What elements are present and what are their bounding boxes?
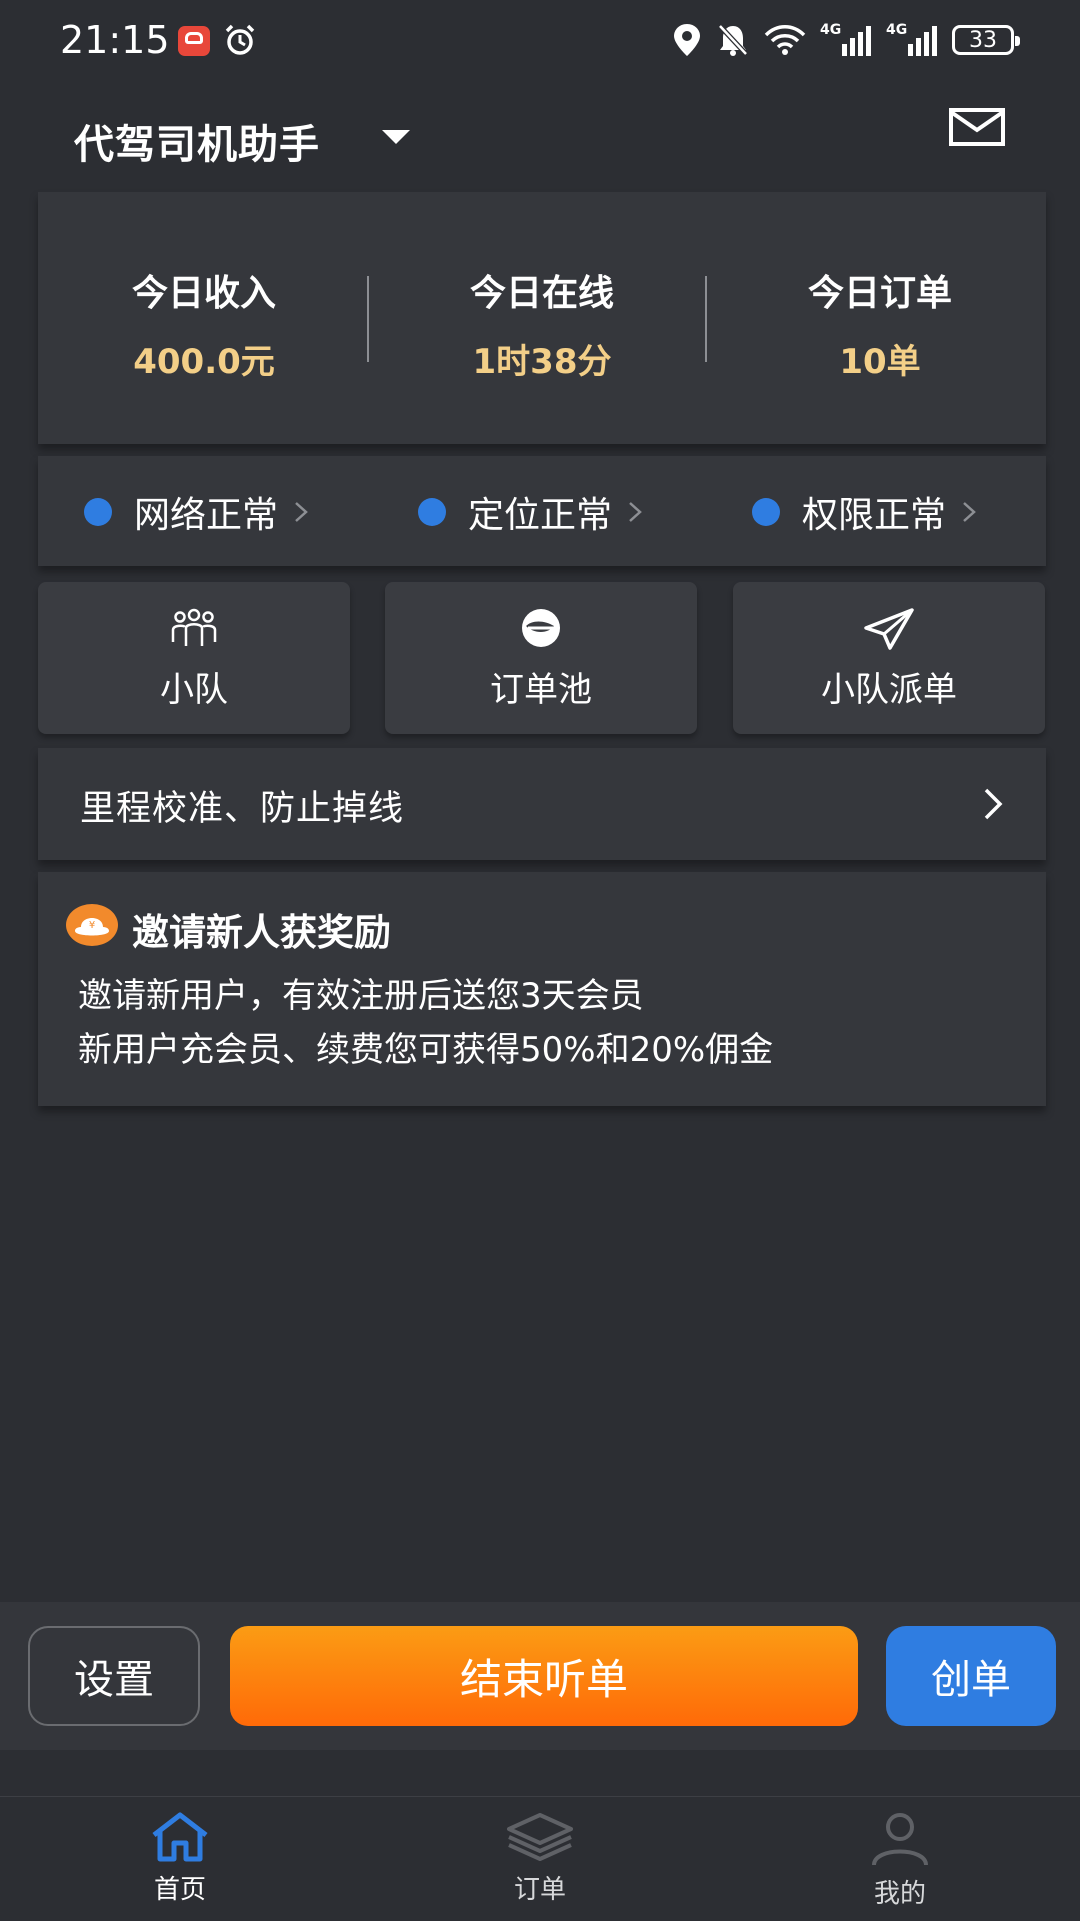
stat-value: 1时38分 xyxy=(472,342,612,382)
tile-label: 小队派单 xyxy=(821,670,957,710)
order-pool-tile[interactable]: 订单池 xyxy=(385,582,697,734)
tab-label: 首页 xyxy=(153,1875,206,1905)
tab-home[interactable]: 首页 xyxy=(100,1811,260,1906)
signal-4g-1: 4G xyxy=(820,22,872,58)
alarm-icon xyxy=(225,24,255,55)
home-icon xyxy=(152,1812,208,1862)
stat-label: 今日收入 xyxy=(131,273,276,314)
signal-4g-2: 4G xyxy=(886,22,938,58)
bottom-tab-bar: 首页 订单 我的 xyxy=(0,1796,1080,1921)
action-bar: 设置 结束听单 创单 xyxy=(0,1602,1080,1750)
team-tile[interactable]: 小队 xyxy=(38,582,350,734)
tab-orders[interactable]: 订单 xyxy=(460,1811,620,1906)
invite-title: 邀请新人获奖励 xyxy=(132,911,391,954)
mileage-label: 里程校准、防止掉线 xyxy=(80,789,405,829)
status-dot xyxy=(752,498,780,526)
mail-icon[interactable] xyxy=(948,106,1006,148)
mileage-calibration-row[interactable]: 里程校准、防止掉线 xyxy=(38,748,1046,860)
status-checks-card: 网络正常 定位正常 权限正常 xyxy=(38,456,1046,566)
today-stats-card: 今日收入 400.0元 今日在线 1时38分 今日订单 10单 xyxy=(38,192,1046,444)
stat-income: 今日收入 400.0元 xyxy=(54,264,354,383)
tab-profile[interactable]: 我的 xyxy=(820,1811,980,1910)
status-label: 网络正常 xyxy=(134,495,279,536)
stop-listening-button[interactable]: 结束听单 xyxy=(230,1626,858,1726)
invite-desc-line-1: 邀请新用户，有效注册后送您3天会员 xyxy=(78,976,644,1016)
bell-muted-icon xyxy=(718,24,748,56)
reward-hat-icon: ¥ xyxy=(66,904,118,946)
status-bar: 21:15 4G 4G 33 xyxy=(0,0,1080,84)
stat-online-time: 今日在线 1时38分 xyxy=(392,264,692,383)
app-title[interactable]: 代驾司机助手 xyxy=(74,112,320,170)
team-icon xyxy=(171,608,217,646)
app-header: 代驾司机助手 xyxy=(0,84,1080,190)
paper-plane-icon xyxy=(864,608,914,650)
caret-down-icon[interactable] xyxy=(382,130,410,144)
battery-icon: 33 xyxy=(952,25,1020,55)
chevron-right-icon xyxy=(963,502,976,522)
status-icons: 4G 4G 33 xyxy=(672,20,1020,60)
tab-label: 订单 xyxy=(513,1875,566,1905)
stat-value: 400.0元 xyxy=(133,342,275,382)
stat-label: 今日订单 xyxy=(807,273,952,314)
divider xyxy=(705,276,707,362)
status-time: 21:15 xyxy=(60,18,170,62)
chevron-right-icon xyxy=(629,502,642,522)
divider xyxy=(367,276,369,362)
chevron-right-icon xyxy=(295,502,308,522)
tile-label: 小队 xyxy=(160,670,228,710)
user-icon xyxy=(872,1813,928,1866)
location-status[interactable]: 定位正常 xyxy=(418,484,646,540)
network-status[interactable]: 网络正常 xyxy=(84,484,312,540)
invite-desc-line-2: 新用户充会员、续费您可获得50%和20%佣金 xyxy=(78,1030,774,1070)
stat-label: 今日在线 xyxy=(469,273,614,314)
status-dot xyxy=(84,498,112,526)
wifi-icon xyxy=(764,25,806,55)
chevron-right-icon xyxy=(984,788,1003,820)
app-notification-icon xyxy=(178,26,210,56)
location-icon xyxy=(674,24,700,56)
status-label: 定位正常 xyxy=(468,495,613,536)
stat-orders: 今日订单 10单 xyxy=(730,264,1030,383)
svg-text:¥: ¥ xyxy=(89,920,95,931)
tile-label: 订单池 xyxy=(490,670,592,710)
order-pool-icon xyxy=(522,609,560,647)
battery-level: 33 xyxy=(969,27,997,53)
settings-button[interactable]: 设置 xyxy=(28,1626,200,1726)
status-dot xyxy=(418,498,446,526)
layers-icon xyxy=(507,1813,573,1861)
team-dispatch-tile[interactable]: 小队派单 xyxy=(733,582,1045,734)
invite-reward-card[interactable]: ¥ 邀请新人获奖励 邀请新用户，有效注册后送您3天会员 新用户充会员、续费您可获… xyxy=(38,872,1046,1106)
create-order-button[interactable]: 创单 xyxy=(886,1626,1056,1726)
stat-value: 10单 xyxy=(839,342,921,382)
permission-status[interactable]: 权限正常 xyxy=(752,484,980,540)
status-label: 权限正常 xyxy=(802,495,947,536)
tab-label: 我的 xyxy=(873,1879,926,1909)
